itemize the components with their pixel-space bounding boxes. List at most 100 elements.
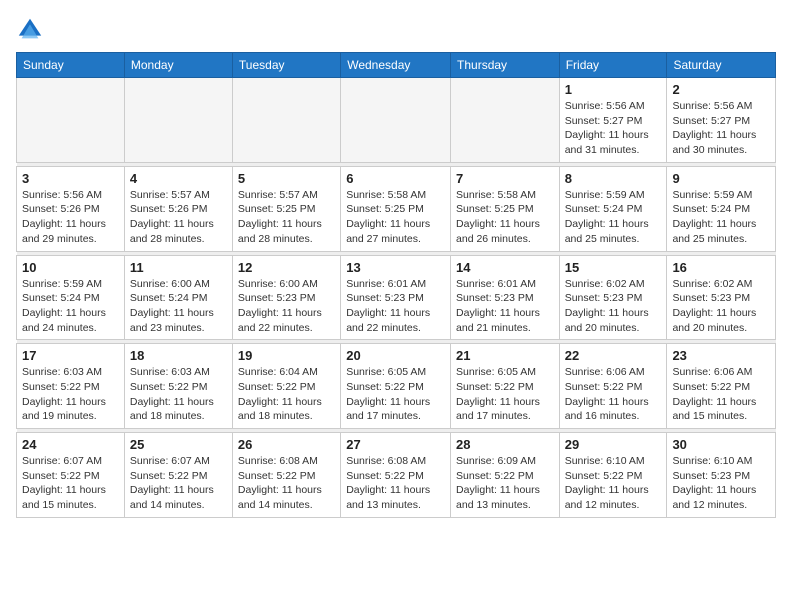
day-info: Sunrise: 6:05 AM Sunset: 5:22 PM Dayligh…: [456, 365, 554, 424]
day-number: 5: [238, 171, 335, 186]
calendar-cell: [232, 78, 340, 163]
calendar-cell: 20 Sunrise: 6:05 AM Sunset: 5:22 PM Dayli…: [341, 344, 451, 429]
page-header: [16, 16, 776, 44]
day-info: Sunrise: 6:02 AM Sunset: 5:23 PM Dayligh…: [672, 277, 770, 336]
day-info: Sunrise: 5:59 AM Sunset: 5:24 PM Dayligh…: [672, 188, 770, 247]
day-number: 11: [130, 260, 227, 275]
day-number: 12: [238, 260, 335, 275]
day-info: Sunrise: 5:59 AM Sunset: 5:24 PM Dayligh…: [565, 188, 662, 247]
day-number: 25: [130, 437, 227, 452]
day-info: Sunrise: 6:10 AM Sunset: 5:22 PM Dayligh…: [565, 454, 662, 513]
calendar-cell: 27Sunrise: 6:08 AM Sunset: 5:22 PM Dayli…: [341, 433, 451, 518]
calendar-cell: 25 Sunrise: 6:07 AM Sunset: 5:22 PM Dayli…: [124, 433, 232, 518]
day-info: Sunrise: 6:08 AM Sunset: 5:22 PM Dayligh…: [238, 454, 335, 513]
calendar-cell: 28 Sunrise: 6:09 AM Sunset: 5:22 PM Dayli…: [451, 433, 560, 518]
day-number: 20: [346, 348, 445, 363]
calendar-cell: 18 Sunrise: 6:03 AM Sunset: 5:22 PM Dayli…: [124, 344, 232, 429]
calendar-week-row: 1 Sunrise: 5:56 AM Sunset: 5:27 PM Daylig…: [17, 78, 776, 163]
day-number: 14: [456, 260, 554, 275]
day-number: 7: [456, 171, 554, 186]
day-number: 1: [565, 82, 662, 97]
day-info: Sunrise: 5:56 AM Sunset: 5:27 PM Dayligh…: [565, 99, 662, 158]
day-info: Sunrise: 6:07 AM Sunset: 5:22 PM Dayligh…: [22, 454, 119, 513]
day-number: 4: [130, 171, 227, 186]
day-number: 21: [456, 348, 554, 363]
day-number: 28: [456, 437, 554, 452]
day-info: Sunrise: 6:00 AM Sunset: 5:24 PM Dayligh…: [130, 277, 227, 336]
day-info: Sunrise: 5:56 AM Sunset: 5:26 PM Dayligh…: [22, 188, 119, 247]
day-number: 17: [22, 348, 119, 363]
day-number: 8: [565, 171, 662, 186]
day-number: 26: [238, 437, 335, 452]
day-number: 6: [346, 171, 445, 186]
day-info: Sunrise: 6:01 AM Sunset: 5:23 PM Dayligh…: [456, 277, 554, 336]
day-info: Sunrise: 6:09 AM Sunset: 5:22 PM Dayligh…: [456, 454, 554, 513]
day-info: Sunrise: 5:56 AM Sunset: 5:27 PM Dayligh…: [672, 99, 770, 158]
logo-icon: [16, 16, 44, 44]
day-info: Sunrise: 5:58 AM Sunset: 5:25 PM Dayligh…: [456, 188, 554, 247]
day-info: Sunrise: 6:00 AM Sunset: 5:23 PM Dayligh…: [238, 277, 335, 336]
day-info: Sunrise: 6:07 AM Sunset: 5:22 PM Dayligh…: [130, 454, 227, 513]
calendar-cell: 10Sunrise: 5:59 AM Sunset: 5:24 PM Dayli…: [17, 255, 125, 340]
calendar-cell: 17 Sunrise: 6:03 AM Sunset: 5:22 PM Dayli…: [17, 344, 125, 429]
calendar-cell: 24 Sunrise: 6:07 AM Sunset: 5:22 PM Dayli…: [17, 433, 125, 518]
day-number: 18: [130, 348, 227, 363]
day-number: 3: [22, 171, 119, 186]
day-info: Sunrise: 6:10 AM Sunset: 5:23 PM Dayligh…: [672, 454, 770, 513]
day-number: 23: [672, 348, 770, 363]
day-info: Sunrise: 5:57 AM Sunset: 5:25 PM Dayligh…: [238, 188, 335, 247]
day-number: 2: [672, 82, 770, 97]
day-info: Sunrise: 6:06 AM Sunset: 5:22 PM Dayligh…: [565, 365, 662, 424]
calendar-cell: 15 Sunrise: 6:02 AM Sunset: 5:23 PM Dayli…: [559, 255, 667, 340]
day-info: Sunrise: 6:02 AM Sunset: 5:23 PM Dayligh…: [565, 277, 662, 336]
calendar-cell: 21 Sunrise: 6:05 AM Sunset: 5:22 PM Dayli…: [451, 344, 560, 429]
day-info: Sunrise: 6:04 AM Sunset: 5:22 PM Dayligh…: [238, 365, 335, 424]
day-info: Sunrise: 6:08 AM Sunset: 5:22 PM Dayligh…: [346, 454, 445, 513]
day-info: Sunrise: 5:57 AM Sunset: 5:26 PM Dayligh…: [130, 188, 227, 247]
day-number: 9: [672, 171, 770, 186]
calendar-cell: 11 Sunrise: 6:00 AM Sunset: 5:24 PM Dayli…: [124, 255, 232, 340]
day-number: 10: [22, 260, 119, 275]
day-info: Sunrise: 6:03 AM Sunset: 5:22 PM Dayligh…: [22, 365, 119, 424]
calendar-cell: 4 Sunrise: 5:57 AM Sunset: 5:26 PM Daylig…: [124, 166, 232, 251]
calendar-week-row: 24 Sunrise: 6:07 AM Sunset: 5:22 PM Dayli…: [17, 433, 776, 518]
day-info: Sunrise: 6:01 AM Sunset: 5:23 PM Dayligh…: [346, 277, 445, 336]
calendar-cell: 9 Sunrise: 5:59 AM Sunset: 5:24 PM Daylig…: [667, 166, 776, 251]
weekday-header: Saturday: [667, 53, 776, 78]
calendar-cell: 12 Sunrise: 6:00 AM Sunset: 5:23 PM Dayli…: [232, 255, 340, 340]
calendar-cell: 8 Sunrise: 5:59 AM Sunset: 5:24 PM Daylig…: [559, 166, 667, 251]
calendar-cell: 19 Sunrise: 6:04 AM Sunset: 5:22 PM Dayli…: [232, 344, 340, 429]
day-info: Sunrise: 6:03 AM Sunset: 5:22 PM Dayligh…: [130, 365, 227, 424]
calendar-cell: [17, 78, 125, 163]
day-number: 29: [565, 437, 662, 452]
calendar-cell: [451, 78, 560, 163]
weekday-header: Wednesday: [341, 53, 451, 78]
day-number: 16: [672, 260, 770, 275]
calendar-cell: 26 Sunrise: 6:08 AM Sunset: 5:22 PM Dayli…: [232, 433, 340, 518]
calendar-cell: 16 Sunrise: 6:02 AM Sunset: 5:23 PM Dayli…: [667, 255, 776, 340]
day-info: Sunrise: 6:05 AM Sunset: 5:22 PM Dayligh…: [346, 365, 445, 424]
day-number: 24: [22, 437, 119, 452]
day-number: 15: [565, 260, 662, 275]
calendar-cell: 5 Sunrise: 5:57 AM Sunset: 5:25 PM Daylig…: [232, 166, 340, 251]
weekday-header: Monday: [124, 53, 232, 78]
calendar-cell: [124, 78, 232, 163]
calendar-cell: 3 Sunrise: 5:56 AM Sunset: 5:26 PM Daylig…: [17, 166, 125, 251]
day-number: 30: [672, 437, 770, 452]
weekday-header: Sunday: [17, 53, 125, 78]
day-number: 19: [238, 348, 335, 363]
calendar-cell: 22Sunrise: 6:06 AM Sunset: 5:22 PM Dayli…: [559, 344, 667, 429]
day-info: Sunrise: 6:06 AM Sunset: 5:22 PM Dayligh…: [672, 365, 770, 424]
weekday-header: Tuesday: [232, 53, 340, 78]
calendar-cell: 30 Sunrise: 6:10 AM Sunset: 5:23 PM Dayli…: [667, 433, 776, 518]
weekday-header-row: SundayMondayTuesdayWednesdayThursdayFrid…: [17, 53, 776, 78]
weekday-header: Friday: [559, 53, 667, 78]
calendar-week-row: 10Sunrise: 5:59 AM Sunset: 5:24 PM Dayli…: [17, 255, 776, 340]
calendar-cell: 2 Sunrise: 5:56 AM Sunset: 5:27 PM Daylig…: [667, 78, 776, 163]
calendar-cell: [341, 78, 451, 163]
calendar-week-row: 17 Sunrise: 6:03 AM Sunset: 5:22 PM Dayli…: [17, 344, 776, 429]
calendar-week-row: 3 Sunrise: 5:56 AM Sunset: 5:26 PM Daylig…: [17, 166, 776, 251]
calendar-table: SundayMondayTuesdayWednesdayThursdayFrid…: [16, 52, 776, 518]
calendar-cell: 13Sunrise: 6:01 AM Sunset: 5:23 PM Dayli…: [341, 255, 451, 340]
weekday-header: Thursday: [451, 53, 560, 78]
